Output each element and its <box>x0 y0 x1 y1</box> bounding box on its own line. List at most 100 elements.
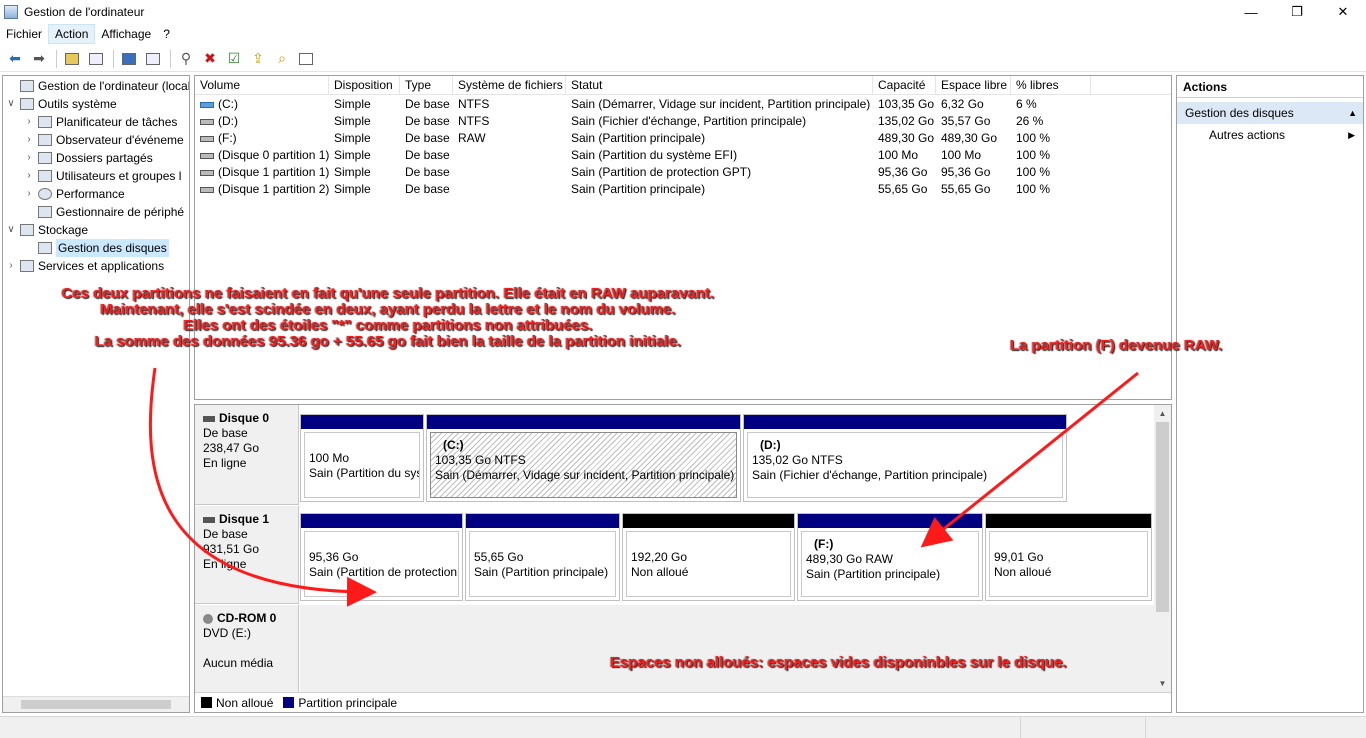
menu-affichage[interactable]: Affichage <box>95 24 157 44</box>
cell-text: De base <box>405 165 450 179</box>
forward-arrow-icon[interactable]: ➡ <box>28 48 50 70</box>
partition-f[interactable]: (F:) 489,30 Go RAW Sain (Partition princip… <box>797 513 983 601</box>
column-header-percent-free[interactable]: % libres <box>1011 76 1091 95</box>
disk-map-vertical-scrollbar[interactable]: ▲ ▼ <box>1154 405 1171 692</box>
tree-item-label: Utilisateurs et groupes l <box>56 169 182 183</box>
tree-item-event-viewer[interactable]: › Observateur d'événeme <box>23 131 183 149</box>
properties-icon[interactable] <box>295 48 317 70</box>
menu-action[interactable]: Action <box>48 24 96 44</box>
up-folder-icon[interactable] <box>61 48 83 70</box>
cell-text: Sain (Démarrer, Vidage sur incident, Par… <box>571 97 871 111</box>
delete-icon[interactable]: ✖ <box>199 48 221 70</box>
table-cell: Sain (Partition principale) <box>566 130 705 147</box>
disk-1-label[interactable]: Disque 1 De base 931,51 Go En ligne <box>195 506 299 604</box>
disk-size <box>203 641 290 656</box>
column-header-volume[interactable]: Volume <box>195 76 329 95</box>
close-button[interactable]: ✕ <box>1320 0 1366 24</box>
minimize-button[interactable]: — <box>1228 0 1274 24</box>
unallocated-space-1[interactable]: 192,20 Go Non alloué <box>622 513 795 601</box>
partition-disk1-p2[interactable]: 55,65 Go Sain (Partition principale) <box>465 513 620 601</box>
maximize-button[interactable]: ❐ <box>1274 0 1320 24</box>
column-header-filesystem[interactable]: Système de fichiers <box>453 76 566 95</box>
back-arrow-icon[interactable]: ⬅ <box>4 48 26 70</box>
scroll-up-icon[interactable]: ▲ <box>1154 405 1171 422</box>
connect-icon[interactable]: ⚲ <box>175 48 197 70</box>
tree-item-storage[interactable]: ∨ Stockage <box>5 221 88 239</box>
column-header-type[interactable]: Type <box>400 76 453 95</box>
tree-item-performance[interactable]: › Performance <box>23 185 124 203</box>
show-tree-icon[interactable] <box>85 48 107 70</box>
volume-icon <box>200 169 214 176</box>
scrollbar-thumb[interactable] <box>21 700 171 709</box>
column-header-layout[interactable]: Disposition <box>329 76 400 95</box>
scrollbar-thumb[interactable] <box>1156 422 1169 612</box>
actions-section-disk-management[interactable]: Gestion des disques ▲ <box>1177 102 1363 124</box>
tree-item-label: Gestionnaire de périphé <box>56 205 185 219</box>
chevron-right-icon[interactable]: › <box>23 131 35 149</box>
chevron-right-icon[interactable]: › <box>23 149 35 167</box>
chevron-down-icon[interactable]: ∨ <box>5 95 17 113</box>
tree-item-root[interactable]: Gestion de l'ordinateur (local) <box>5 77 189 95</box>
volume-icon <box>200 186 214 193</box>
table-cell: Sain (Partition de protection GPT) <box>566 164 751 181</box>
tree-item-disk-management[interactable]: Gestion des disques <box>23 239 169 257</box>
chevron-right-icon[interactable]: › <box>23 167 35 185</box>
check-icon[interactable]: ☑ <box>223 48 245 70</box>
search-icon[interactable]: ⌕ <box>271 48 293 70</box>
table-cell: De base <box>400 147 450 164</box>
table-row[interactable]: (D:) Simple De base NTFS Sain (Fichier d'éch… <box>195 113 1171 130</box>
partition-bar <box>744 415 1066 429</box>
table-row[interactable]: (C:) Simple De base NTFS Sain (Démarrer, Vid… <box>195 96 1171 113</box>
table-row[interactable]: (Disque 1 partition 1) Simple De base Sain … <box>195 164 1171 181</box>
disk-0-label[interactable]: Disque 0 De base 238,47 Go En ligne <box>195 405 299 505</box>
partition-status: Sain (Démarrer, Vidage sur incident, Par… <box>435 468 735 482</box>
partition-disk0-efi[interactable]: 100 Mo Sain (Partition du sys <box>300 414 424 502</box>
chevron-right-icon[interactable]: › <box>5 257 17 275</box>
partition-c[interactable]: (C:) 103,35 Go NTFS Sain (Démarrer, Vidage… <box>426 414 741 502</box>
disk-management-icon <box>38 242 52 254</box>
cell-text: (C:) <box>218 97 238 111</box>
tree-item-device-manager[interactable]: Gestionnaire de périphé <box>23 203 184 221</box>
table-row[interactable]: (Disque 1 partition 2) Simple De base Sain … <box>195 181 1171 198</box>
legend-label: Partition principale <box>298 695 398 710</box>
cell-text: (Disque 1 partition 1) <box>218 165 330 179</box>
tools-icon <box>20 98 34 110</box>
column-header-status[interactable]: Statut <box>566 76 873 95</box>
tree-horizontal-scrollbar[interactable] <box>3 696 189 712</box>
table-cell: Simple <box>329 147 371 164</box>
tree-item-task-scheduler[interactable]: › Planificateur de tâches <box>23 113 177 131</box>
tree-item-system-tools[interactable]: ∨ Outils système <box>5 95 116 113</box>
help-icon[interactable] <box>118 48 140 70</box>
legend-primary: Partition principale <box>283 696 397 710</box>
table-cell: 35,57 Go <box>936 113 990 130</box>
cdrom-label[interactable]: CD-ROM 0 DVD (E:) Aucun média <box>195 605 299 693</box>
tree-item-shared-folders[interactable]: › Dossiers partagés <box>23 149 152 167</box>
tree-item-services-apps[interactable]: › Services et applications <box>5 257 164 275</box>
volume-icon <box>200 135 214 142</box>
scroll-down-icon[interactable]: ▼ <box>1154 675 1171 692</box>
table-row[interactable]: (F:) Simple De base RAW Sain (Partition prin… <box>195 130 1171 147</box>
computer-icon <box>20 80 34 92</box>
partition-status: Sain (Partition de protection <box>309 565 458 579</box>
partition-d[interactable]: (D:) 135,02 Go NTFS Sain (Fichier d'échang… <box>743 414 1067 502</box>
cdrom-icon <box>203 613 213 624</box>
export-icon[interactable]: ⇪ <box>247 48 269 70</box>
tree-item-users-groups[interactable]: › Utilisateurs et groupes l <box>23 167 181 185</box>
annotation-line: Elles ont des étoiles "*" comme partitio… <box>183 317 593 334</box>
unallocated-space-2[interactable]: 99,01 Go Non alloué <box>985 513 1152 601</box>
column-header-capacity[interactable]: Capacité <box>873 76 936 95</box>
chevron-right-icon[interactable]: › <box>23 185 35 203</box>
partition-disk1-p1[interactable]: 95,36 Go Sain (Partition de protection <box>300 513 463 601</box>
actions-item-label: Autres actions <box>1209 128 1286 142</box>
table-row[interactable]: (Disque 0 partition 1) Simple De base Sain … <box>195 147 1171 164</box>
menu-fichier[interactable]: Fichier <box>0 24 48 44</box>
collapse-up-icon[interactable]: ▲ <box>1348 102 1357 124</box>
column-header-free-space[interactable]: Espace libre <box>936 76 1011 95</box>
chevron-right-icon[interactable]: › <box>23 113 35 131</box>
chevron-down-icon[interactable]: ∨ <box>5 221 17 239</box>
show-actions-icon[interactable] <box>142 48 164 70</box>
actions-more-actions[interactable]: Autres actions ▶ <box>1177 124 1363 146</box>
event-viewer-icon <box>38 134 52 146</box>
partition-bar <box>301 415 423 429</box>
menu-help[interactable]: ? <box>157 24 176 44</box>
